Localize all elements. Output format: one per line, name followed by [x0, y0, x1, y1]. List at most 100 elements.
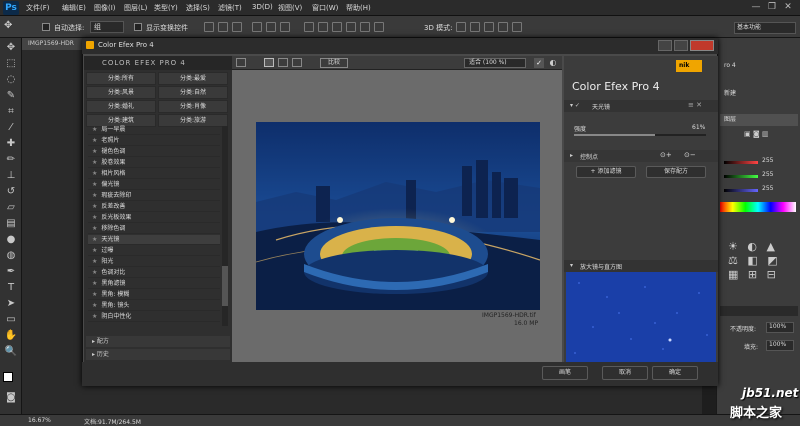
align-left-icon[interactable]: [252, 22, 262, 32]
star-icon[interactable]: ★: [92, 247, 97, 254]
restore-button[interactable]: ❐: [764, 1, 780, 14]
add-filter-button[interactable]: + 添加滤镜: [576, 166, 636, 178]
menu-3d[interactable]: 3D(D): [252, 3, 273, 11]
background-color-icon[interactable]: ◐: [548, 58, 558, 68]
filter-item[interactable]: ★ 阳光: [88, 257, 220, 267]
brush-button[interactable]: 画笔: [542, 366, 588, 380]
pen-icon[interactable]: ✒: [4, 266, 18, 278]
category-landscape[interactable]: 分类:风景: [86, 86, 156, 99]
loupe-view[interactable]: [566, 272, 716, 362]
quick-select-icon[interactable]: ✎: [4, 90, 18, 102]
menu-layer[interactable]: 图层(L): [124, 3, 147, 13]
lasso-icon[interactable]: ◌: [4, 74, 18, 86]
hand-icon[interactable]: ✋: [4, 330, 18, 342]
category-favorites[interactable]: 分类:最爱: [158, 72, 228, 85]
cancel-button[interactable]: 取消: [602, 366, 648, 380]
plugin-maximize-button[interactable]: [674, 40, 688, 51]
color-spectrum[interactable]: [720, 202, 796, 212]
green-channel-slider[interactable]: [724, 175, 758, 178]
align-top-icon[interactable]: [204, 22, 214, 32]
shape-icon[interactable]: ▭: [4, 314, 18, 326]
align-bottom-icon[interactable]: [232, 22, 242, 32]
red-channel-slider[interactable]: [724, 161, 758, 164]
category-all[interactable]: 分类:所有: [86, 72, 156, 85]
compare-button[interactable]: 比较: [320, 58, 348, 68]
blur-icon[interactable]: ●: [4, 234, 18, 246]
blue-channel-slider[interactable]: [724, 189, 758, 192]
show-transform-checkbox[interactable]: [134, 23, 142, 31]
control-points-header[interactable]: ▸ 控制点 ⊙+ ⊙−: [564, 150, 718, 162]
star-icon[interactable]: ★: [92, 225, 97, 232]
filter-item[interactable]: ★ 胶卷效果: [88, 158, 220, 168]
split-view-icon[interactable]: [278, 58, 288, 67]
star-icon[interactable]: ★: [92, 214, 97, 221]
blue-value[interactable]: 255: [762, 185, 773, 192]
clone-stamp-icon[interactable]: ⊥: [4, 170, 18, 182]
menu-image[interactable]: 图像(I): [94, 3, 116, 13]
panel-layer-row[interactable]: 图层: [720, 114, 798, 126]
menu-filter[interactable]: 滤镜(T): [218, 3, 242, 13]
menu-view[interactable]: 视图(V): [278, 3, 302, 13]
menu-select[interactable]: 选择(S): [186, 3, 210, 13]
dodge-icon[interactable]: ◍: [4, 250, 18, 262]
opacity-input[interactable]: 100%: [766, 322, 794, 333]
toggle-panel-icon[interactable]: [236, 58, 246, 67]
quick-mask-icon[interactable]: ◙: [4, 392, 18, 404]
move-icon[interactable]: ✥: [4, 42, 18, 54]
3d-scale-icon[interactable]: [512, 22, 522, 32]
filter-list-scrollbar[interactable]: [222, 126, 228, 326]
filter-item[interactable]: ★ 褪色色调: [88, 147, 220, 157]
menu-file[interactable]: 文件(F): [26, 3, 50, 13]
path-select-icon[interactable]: ➤: [4, 298, 18, 310]
plugin-minimize-button[interactable]: [658, 40, 672, 51]
star-icon[interactable]: ★: [92, 170, 97, 177]
loupe-header[interactable]: ▾ 放大镜与直方图: [564, 260, 718, 272]
filter-item[interactable]: ★ 过曝: [88, 246, 220, 256]
star-icon[interactable]: ★: [92, 137, 97, 144]
menu-type[interactable]: 类型(Y): [154, 3, 178, 13]
history-brush-icon[interactable]: ↺: [4, 186, 18, 198]
category-wedding[interactable]: 分类:婚礼: [86, 100, 156, 113]
workspace-dropdown[interactable]: 基本功能: [734, 22, 796, 34]
filter-item[interactable]: ★ 黑角: 模糊: [88, 290, 220, 300]
add-control-point-icon[interactable]: ⊙+: [660, 151, 672, 159]
type-icon[interactable]: T: [4, 282, 18, 294]
star-icon[interactable]: ★: [92, 181, 97, 188]
filter-menu-icon[interactable]: ≡ ✕: [688, 101, 702, 109]
collapse-icon[interactable]: ▾ ✓: [570, 102, 580, 109]
star-icon[interactable]: ★: [92, 269, 97, 276]
star-icon[interactable]: ★: [92, 148, 97, 155]
filter-item[interactable]: ★ 黑角: 镜头: [88, 301, 220, 311]
filter-item[interactable]: ★ 移除色调: [88, 224, 220, 234]
green-value[interactable]: 255: [762, 171, 773, 178]
filter-item[interactable]: ★ 反差改善: [88, 202, 220, 212]
category-nature[interactable]: 分类:自然: [158, 86, 228, 99]
eraser-icon[interactable]: ▱: [4, 202, 18, 214]
align-middle-icon[interactable]: [218, 22, 228, 32]
layer-actions-icons[interactable]: ▣ ◙ ▥: [744, 130, 784, 138]
ok-button[interactable]: 确定: [652, 366, 698, 380]
active-filter-header[interactable]: ▾ ✓ 天光镜 ≡ ✕: [564, 100, 718, 112]
star-icon[interactable]: ★: [92, 302, 97, 309]
3d-roll-icon[interactable]: [470, 22, 480, 32]
star-icon[interactable]: ★: [92, 280, 97, 287]
3d-pan-icon[interactable]: [484, 22, 494, 32]
preview-checkbox[interactable]: ✓: [534, 58, 544, 68]
close-button[interactable]: ✕: [780, 1, 796, 14]
3d-slide-icon[interactable]: [498, 22, 508, 32]
star-icon[interactable]: ★: [92, 192, 97, 199]
fill-input[interactable]: 100%: [766, 340, 794, 351]
brush-icon[interactable]: ✏: [4, 154, 18, 166]
distribute-top-icon[interactable]: [304, 22, 314, 32]
filter-item[interactable]: ★ 相片风格: [88, 169, 220, 179]
document-size[interactable]: 文档:91.7M/264.5M: [84, 417, 141, 426]
move-tool-icon[interactable]: ✥: [4, 20, 12, 31]
remove-control-point-icon[interactable]: ⊙−: [684, 151, 696, 159]
filter-item[interactable]: ★ 局一早晨: [88, 125, 220, 135]
eyedropper-icon[interactable]: ⁄: [4, 122, 18, 134]
recipes-section[interactable]: ▸ 配方: [86, 336, 230, 347]
save-recipe-button[interactable]: 保存配方: [646, 166, 706, 178]
3d-rotate-icon[interactable]: [456, 22, 466, 32]
document-tab[interactable]: IMGP1569-HDR: [22, 38, 88, 50]
gradient-icon[interactable]: ▤: [4, 218, 18, 230]
